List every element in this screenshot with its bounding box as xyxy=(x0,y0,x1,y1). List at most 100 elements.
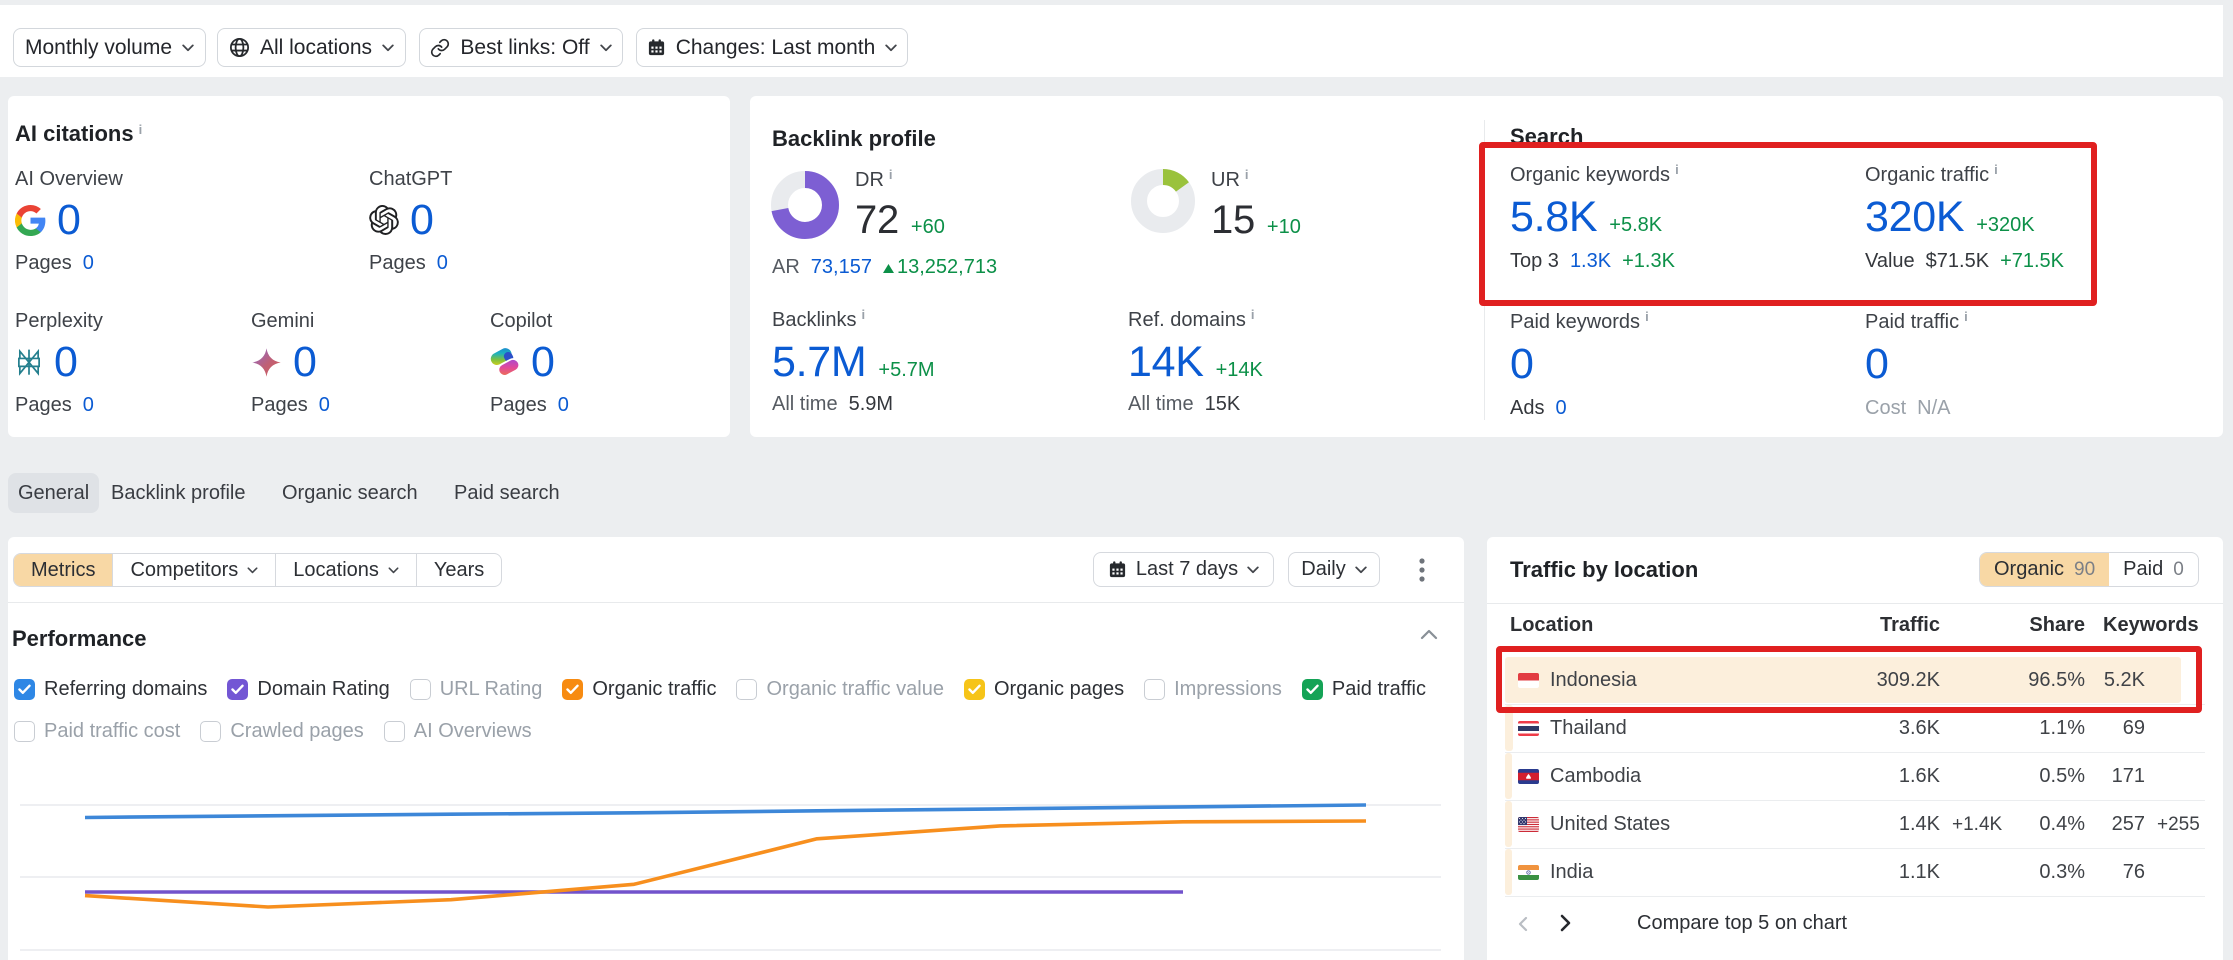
compare-top5-link[interactable]: Compare top 5 on chart xyxy=(1637,912,1847,935)
organic-traffic-value[interactable]: 320K xyxy=(1865,193,1964,242)
metric-toggle[interactable]: Paid traffic xyxy=(1302,678,1426,701)
flag-cambodia-icon xyxy=(1518,769,1539,784)
metric-toggle[interactable]: Organic traffic xyxy=(562,678,716,701)
pager-next-button[interactable] xyxy=(1551,909,1579,937)
paid-traffic-value[interactable]: 0 xyxy=(1865,340,1889,389)
paid-keywords-block: Paid keywordsi 0 Ads0 xyxy=(1510,311,1649,420)
keywords-value[interactable]: 171 xyxy=(2045,765,2145,788)
ur-donut xyxy=(1131,169,1195,233)
checkbox-checked[interactable] xyxy=(964,679,985,700)
checkbox-checked[interactable] xyxy=(1302,679,1323,700)
more-options-button[interactable] xyxy=(1406,552,1438,587)
collapse-section-button[interactable] xyxy=(1420,629,1438,640)
paid-keywords-value[interactable]: 0 xyxy=(1510,340,1534,389)
location-name[interactable]: Cambodia xyxy=(1550,765,1641,788)
metric-label: Referring domains xyxy=(44,678,207,701)
location-name[interactable]: Thailand xyxy=(1550,717,1627,740)
keywords-value[interactable]: 76 xyxy=(2045,861,2145,884)
checkbox-unchecked[interactable] xyxy=(1144,679,1165,700)
checkbox-checked[interactable] xyxy=(14,679,35,700)
metric-toggle[interactable]: Organic traffic value xyxy=(736,678,944,701)
keywords-value[interactable]: 257 xyxy=(2045,813,2145,836)
tab-general[interactable]: General xyxy=(8,473,99,513)
toggle-organic[interactable]: Organic90 xyxy=(1980,553,2109,586)
ref-domains-block: Ref. domainsi 14K+14K All time15K xyxy=(1128,309,1263,416)
alltime-label: All time xyxy=(772,393,838,416)
checkbox-unchecked[interactable] xyxy=(14,721,35,742)
info-icon[interactable]: i xyxy=(889,167,893,182)
ads-value[interactable]: 0 xyxy=(1555,397,1566,420)
metric-toggle[interactable]: Referring domains xyxy=(14,678,207,701)
pages-value[interactable]: 0 xyxy=(319,394,330,427)
column-header-location[interactable]: Location xyxy=(1510,614,1593,637)
column-header-traffic[interactable]: Traffic xyxy=(1820,614,1940,637)
checkbox-checked[interactable] xyxy=(562,679,583,700)
organic-keywords-value[interactable]: 5.8K xyxy=(1510,193,1597,242)
checkbox-unchecked[interactable] xyxy=(736,679,757,700)
monthly-volume-dropdown[interactable]: Monthly volume xyxy=(13,28,206,67)
keywords-value[interactable]: 69 xyxy=(2045,717,2145,740)
info-icon[interactable]: i xyxy=(1964,309,1968,324)
granularity-dropdown[interactable]: Daily xyxy=(1288,552,1380,587)
backlinks-value[interactable]: 5.7M xyxy=(772,338,866,387)
location-name[interactable]: India xyxy=(1550,861,1593,884)
ur-value: 15 xyxy=(1211,198,1255,243)
info-icon[interactable]: i xyxy=(139,122,143,137)
info-icon[interactable]: i xyxy=(861,307,865,322)
metric-toggle[interactable]: Domain Rating xyxy=(227,678,389,701)
metric-toggle[interactable]: Impressions xyxy=(1144,678,1282,701)
info-icon[interactable]: i xyxy=(1675,162,1679,177)
pager-prev-button[interactable] xyxy=(1509,911,1535,937)
keywords-value[interactable]: 5.2K xyxy=(2045,669,2145,692)
traffic-by-location-title: Traffic by location xyxy=(1510,557,1698,583)
metric-toggle[interactable]: Organic pages xyxy=(964,678,1124,701)
date-range-dropdown[interactable]: Last 7 days xyxy=(1093,552,1274,587)
pages-value[interactable]: 0 xyxy=(83,252,94,285)
segment-competitors[interactable]: Competitors xyxy=(113,554,276,586)
performance-line-chart[interactable] xyxy=(8,760,1464,960)
locations-filter-dropdown[interactable]: All locations xyxy=(217,28,406,67)
ref-domains-value[interactable]: 14K xyxy=(1128,338,1204,387)
ai-item-label: AI Overview xyxy=(15,168,245,191)
checkbox-unchecked[interactable] xyxy=(410,679,431,700)
chevron-down-icon xyxy=(247,567,258,574)
chevron-down-icon xyxy=(182,44,194,52)
location-name[interactable]: United States xyxy=(1550,813,1670,836)
metric-toggle[interactable]: Crawled pages xyxy=(200,720,363,743)
metric-toggle[interactable]: AI Overviews xyxy=(384,720,532,743)
toggle-paid[interactable]: Paid0 xyxy=(2109,553,2198,586)
pages-value[interactable]: 0 xyxy=(558,394,569,427)
column-header-keywords[interactable]: Keywords xyxy=(2103,614,2199,637)
pages-value[interactable]: 0 xyxy=(83,394,94,427)
info-icon[interactable]: i xyxy=(1645,309,1649,324)
info-icon[interactable]: i xyxy=(1245,167,1249,182)
changes-dropdown[interactable]: Changes: Last month xyxy=(636,28,908,67)
tab-paid-search[interactable]: Paid search xyxy=(444,473,570,513)
checkbox-unchecked[interactable] xyxy=(384,721,405,742)
link-icon xyxy=(430,38,450,58)
column-header-share[interactable]: Share xyxy=(1965,614,2085,637)
ai-item-label: ChatGPT xyxy=(369,168,599,191)
section-divider xyxy=(8,602,1464,603)
alltime-value: 5.9M xyxy=(849,393,893,416)
best-links-dropdown[interactable]: Best links: Off xyxy=(419,28,623,67)
pages-label: Pages xyxy=(15,394,72,417)
checkbox-checked[interactable] xyxy=(227,679,248,700)
segment-years[interactable]: Years xyxy=(417,554,501,586)
tab-organic-search[interactable]: Organic search xyxy=(272,473,428,513)
checkbox-unchecked[interactable] xyxy=(200,721,221,742)
info-icon[interactable]: i xyxy=(1251,307,1255,322)
info-icon[interactable]: i xyxy=(1994,162,1998,177)
locations-filter-label: All locations xyxy=(260,36,372,60)
triangle-up-icon xyxy=(883,264,894,273)
ar-value[interactable]: 73,157 xyxy=(811,256,872,279)
location-name[interactable]: Indonesia xyxy=(1550,669,1637,692)
pages-value[interactable]: 0 xyxy=(437,252,448,285)
tab-backlink-profile[interactable]: Backlink profile xyxy=(101,473,256,513)
segment-locations[interactable]: Locations xyxy=(276,554,417,586)
metric-toggle[interactable]: URL Rating xyxy=(410,678,543,701)
metric-toggle[interactable]: Paid traffic cost xyxy=(14,720,180,743)
top3-value[interactable]: 1.3K xyxy=(1570,250,1611,273)
ai-item-perplexity: Perplexity 0 Pages0 xyxy=(15,310,245,427)
segment-metrics[interactable]: Metrics xyxy=(14,554,113,586)
